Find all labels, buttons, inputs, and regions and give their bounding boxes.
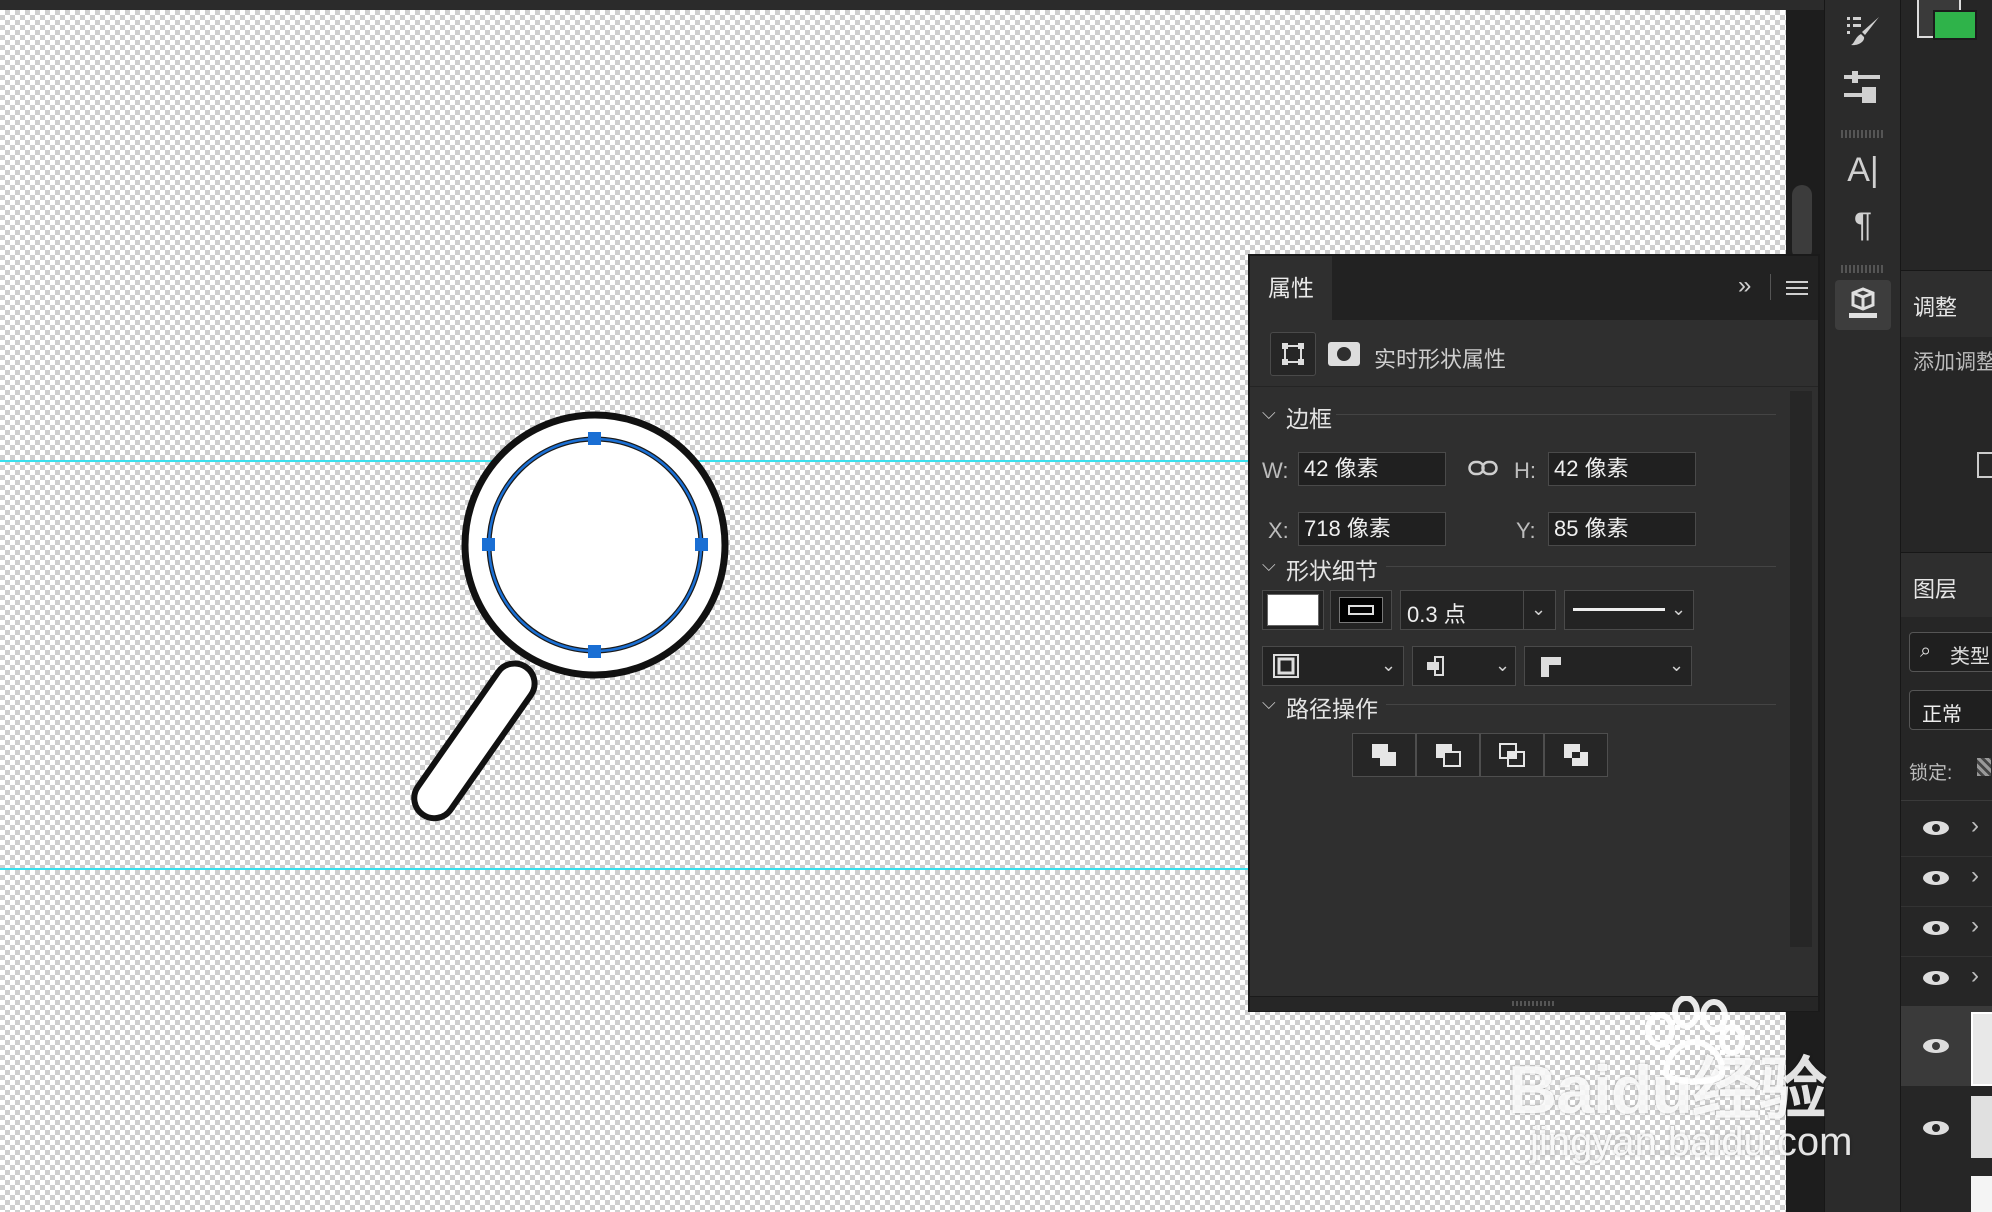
anchor-point[interactable]: [588, 432, 601, 445]
top-bar: [0, 0, 1992, 10]
chevron-down-icon: ⌄: [1531, 599, 1547, 619]
chevron-down-icon[interactable]: ⌵: [1262, 403, 1276, 424]
transform-shape-icon[interactable]: [1270, 332, 1316, 376]
intersect-shapes-icon: [1499, 743, 1525, 767]
chevron-down-icon: ⌄: [1495, 655, 1511, 675]
lock-transparency-icon[interactable]: [1977, 758, 1991, 776]
line-join-icon: [1541, 657, 1561, 677]
expand-chevron-icon[interactable]: ›: [1971, 812, 1979, 840]
strip-grip[interactable]: [1841, 265, 1885, 273]
adjust-sliders-icon[interactable]: [1835, 62, 1891, 112]
subtract-front-shape-icon: [1436, 744, 1461, 767]
combine-shapes-icon: [1372, 744, 1396, 766]
panel-menu-icon[interactable]: [1786, 280, 1808, 296]
scrollbar-thumb[interactable]: [1792, 185, 1812, 260]
height-field[interactable]: 42 像素: [1548, 452, 1696, 486]
layer-filter-field[interactable]: ⌕ 类型: [1909, 632, 1992, 672]
x-field[interactable]: 718 像素: [1298, 512, 1446, 546]
add-adjustment-label: 添加调整: [1913, 351, 1992, 374]
anchor-point[interactable]: [482, 538, 495, 551]
search-icon: ⌕: [1920, 640, 1932, 662]
chevron-down-icon[interactable]: ⌵: [1262, 693, 1276, 714]
paw-logo: [1645, 996, 1745, 1085]
properties-tab[interactable]: 属性: [1250, 256, 1332, 320]
visibility-eye-icon[interactable]: [1921, 970, 1951, 986]
chevron-down-icon: ⌄: [1671, 599, 1687, 619]
y-label: Y:: [1516, 518, 1536, 543]
layer-thumbnail[interactable]: [1971, 1176, 1992, 1212]
adjustment-icon[interactable]: [1977, 452, 1992, 478]
intersect-shapes-button[interactable]: [1480, 733, 1544, 777]
visibility-eye-icon[interactable]: [1921, 1120, 1951, 1136]
layers-tab[interactable]: 图层: [1913, 572, 1957, 604]
right-panel-column: 调整 添加调整 图层 ⌕ 类型 正常 锁定: › › › ›: [1900, 0, 1992, 1212]
visibility-eye-icon[interactable]: [1921, 1038, 1951, 1054]
width-label: W:: [1262, 458, 1289, 483]
height-label: H:: [1514, 458, 1536, 483]
strip-grip[interactable]: [1841, 130, 1885, 138]
x-label: X:: [1268, 518, 1289, 543]
expand-chevron-icon[interactable]: ›: [1971, 862, 1979, 890]
visibility-eye-icon[interactable]: [1921, 820, 1951, 836]
fill-button[interactable]: [1262, 590, 1324, 630]
collapse-panel-icon[interactable]: »: [1738, 272, 1751, 300]
3d-icon[interactable]: [1835, 280, 1891, 330]
stroke-caps-select[interactable]: ⌄: [1412, 646, 1516, 686]
mask-icon[interactable]: [1328, 342, 1360, 366]
anchor-point[interactable]: [588, 645, 601, 658]
layer-thumbnail[interactable]: [1971, 1012, 1992, 1086]
combine-shapes-button[interactable]: [1352, 733, 1416, 777]
properties-subheader: 实时形状属性: [1250, 320, 1818, 387]
adjustments-tab[interactable]: 调整: [1913, 290, 1957, 322]
shape-details-header[interactable]: 形状细节: [1286, 552, 1378, 586]
magnifier-shape[interactable]: [380, 410, 760, 870]
character-icon[interactable]: A|: [1835, 145, 1891, 195]
path-operations-header[interactable]: 路径操作: [1286, 690, 1378, 724]
solid-line-icon: [1573, 608, 1665, 611]
link-icon[interactable]: [1468, 459, 1498, 477]
chevron-down-icon[interactable]: ⌵: [1262, 555, 1276, 576]
panel-icon-strip: A| ¶: [1824, 0, 1902, 1212]
bounds-section-header[interactable]: 边框: [1286, 400, 1332, 434]
lock-label: 锁定:: [1909, 763, 1953, 784]
stroke-width-select[interactable]: 0.3 点 ⌄: [1400, 590, 1556, 630]
visibility-eye-icon[interactable]: [1921, 870, 1951, 886]
align-stroke-inside-icon: [1273, 654, 1299, 678]
stroke-align-select[interactable]: ⌄: [1262, 646, 1404, 686]
exclude-overlap-icon: [1564, 744, 1588, 766]
paragraph-icon[interactable]: ¶: [1835, 200, 1891, 250]
subtract-front-shape-button[interactable]: [1416, 733, 1480, 777]
blend-mode-select[interactable]: 正常: [1909, 690, 1992, 730]
fill-swatch: [1267, 594, 1319, 626]
stroke-corners-select[interactable]: ⌄: [1524, 646, 1692, 686]
anchor-point[interactable]: [695, 538, 708, 551]
line-cap-icon: [1427, 656, 1444, 676]
live-shape-properties-title: 实时形状属性: [1374, 347, 1507, 372]
panel-tab-bar: 属性 »: [1250, 256, 1818, 320]
chevron-down-icon: ⌄: [1669, 655, 1685, 675]
width-field[interactable]: 42 像素: [1298, 452, 1446, 486]
panel-scrollbar[interactable]: [1790, 391, 1812, 947]
visibility-eye-icon[interactable]: [1921, 920, 1951, 936]
chevron-down-icon: ⌄: [1381, 655, 1397, 675]
y-field[interactable]: 85 像素: [1548, 512, 1696, 546]
watermark-url: jingyan.baidu.com: [1530, 1120, 1853, 1164]
brush-settings-icon[interactable]: [1835, 6, 1891, 56]
stroke-swatch: [1339, 597, 1383, 623]
layer-thumbnail[interactable]: [1971, 1096, 1992, 1158]
stroke-type-select[interactable]: ⌄: [1564, 590, 1694, 630]
stroke-button[interactable]: [1330, 590, 1392, 630]
background-color-swatch[interactable]: [1933, 10, 1977, 40]
expand-chevron-icon[interactable]: ›: [1971, 912, 1979, 940]
expand-chevron-icon[interactable]: ›: [1971, 962, 1979, 990]
properties-panel: 属性 » 实时形状属性 ⌵ 边框 W: 42 像素 H: 42 像素 X: 71…: [1248, 254, 1820, 1012]
exclude-overlap-button[interactable]: [1544, 733, 1608, 777]
